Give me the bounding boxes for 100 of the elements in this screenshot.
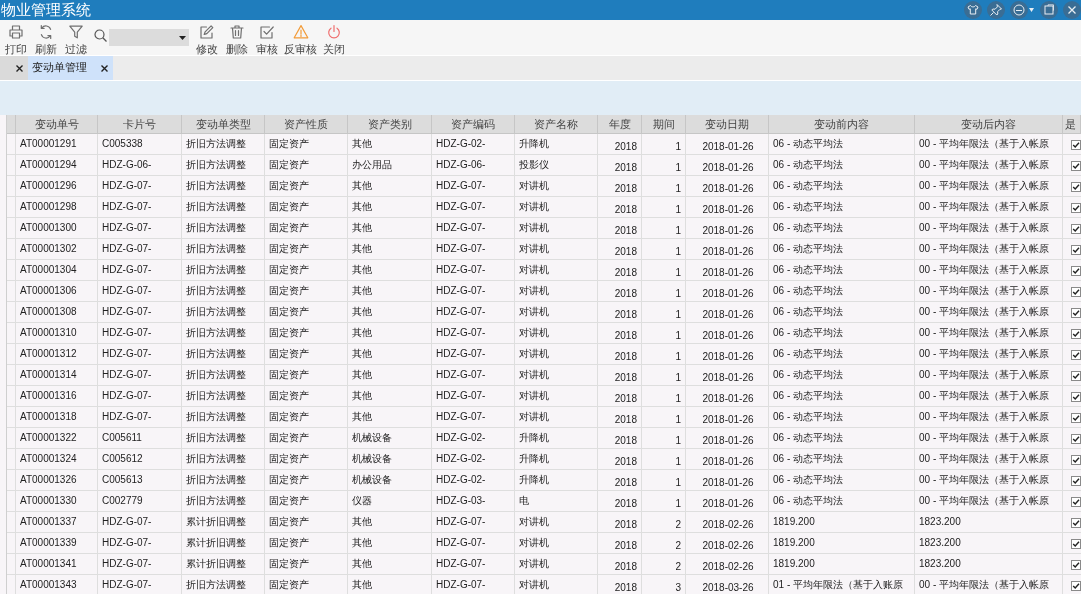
column-header: 资产类别 bbox=[348, 115, 432, 134]
checkbox[interactable] bbox=[1071, 350, 1081, 360]
table-cell: 1819.200 bbox=[769, 554, 915, 575]
table-cell: 2018-01-26 bbox=[686, 449, 769, 470]
window-title: 物业管理系统 bbox=[0, 0, 91, 20]
delete-button[interactable]: 删除 bbox=[222, 20, 252, 55]
table-cell: 00 - 平均年限法（基于入帐原 bbox=[915, 491, 1063, 512]
table-cell: 00 - 平均年限法（基于入帐原 bbox=[915, 386, 1063, 407]
table-cell: 对讲机 bbox=[515, 197, 598, 218]
table-cell: 机械设备 bbox=[348, 449, 432, 470]
checkbox[interactable] bbox=[1071, 266, 1081, 276]
table-cell: 其他 bbox=[348, 575, 432, 594]
table-cell: 固定资产 bbox=[265, 428, 348, 449]
table-cell: 折旧方法调整 bbox=[182, 197, 265, 218]
caret-icon[interactable] bbox=[179, 35, 186, 40]
table-cell: HDZ-G-07- bbox=[432, 218, 515, 239]
table-cell: 2018 bbox=[598, 197, 642, 218]
funnel-icon bbox=[68, 24, 84, 40]
table-cell: 其他 bbox=[348, 554, 432, 575]
checkbox[interactable] bbox=[1071, 434, 1081, 444]
close-icon[interactable] bbox=[101, 64, 108, 72]
table-cell: 00 - 平均年限法（基于入帐原 bbox=[915, 575, 1063, 594]
table-cell: 折旧方法调整 bbox=[182, 302, 265, 323]
checkbox[interactable] bbox=[1071, 161, 1081, 171]
table-cell: 1 bbox=[642, 134, 686, 155]
table-cell: HDZ-G-07- bbox=[432, 512, 515, 533]
table-cell: 2018-01-26 bbox=[686, 365, 769, 386]
close-icon[interactable] bbox=[16, 64, 23, 72]
checkbox[interactable] bbox=[1071, 518, 1081, 528]
table-cell: 2018 bbox=[598, 260, 642, 281]
checkbox[interactable] bbox=[1071, 329, 1081, 339]
table-cell: HDZ-G-07- bbox=[432, 197, 515, 218]
minimize-icon[interactable] bbox=[1010, 1, 1028, 19]
table-cell: 00 - 平均年限法（基于入帐原 bbox=[915, 302, 1063, 323]
pin-icon[interactable] bbox=[987, 1, 1005, 19]
table-cell: 折旧方法调整 bbox=[182, 134, 265, 155]
checkbox[interactable] bbox=[1071, 455, 1081, 465]
table-cell: AT00001339 bbox=[16, 533, 98, 554]
table-cell: 2018 bbox=[598, 470, 642, 491]
table-cell: 1 bbox=[642, 344, 686, 365]
table-cell: HDZ-G-07- bbox=[432, 365, 515, 386]
table-cell: HDZ-G-02- bbox=[432, 428, 515, 449]
checkbox[interactable] bbox=[1071, 308, 1081, 318]
maximize-icon[interactable] bbox=[1040, 1, 1058, 19]
shirt-icon[interactable] bbox=[964, 1, 982, 19]
tab[interactable]: 变动单管理 bbox=[28, 56, 113, 80]
table-cell: 00 - 平均年限法（基于入帐原 bbox=[915, 134, 1063, 155]
table-cell: HDZ-G-07- bbox=[432, 344, 515, 365]
table-cell: 06 - 动态平均法 bbox=[769, 218, 915, 239]
table-cell: 2018-01-26 bbox=[686, 407, 769, 428]
table-cell: 固定资产 bbox=[265, 239, 348, 260]
table-cell: 2018-01-26 bbox=[686, 491, 769, 512]
table-cell: 06 - 动态平均法 bbox=[769, 176, 915, 197]
checkbox[interactable] bbox=[1071, 287, 1081, 297]
table-cell: HDZ-G-07- bbox=[432, 260, 515, 281]
search-icon[interactable] bbox=[94, 29, 107, 42]
table-cell: 对讲机 bbox=[515, 239, 598, 260]
table-cell: 00 - 平均年限法（基于入帐原 bbox=[915, 344, 1063, 365]
table-cell: 1823.200 bbox=[915, 533, 1063, 554]
table-cell: 2018-01-26 bbox=[686, 470, 769, 491]
table-cell: 2018 bbox=[598, 344, 642, 365]
table-cell: 06 - 动态平均法 bbox=[769, 428, 915, 449]
table-cell: 00 - 平均年限法（基于入帐原 bbox=[915, 365, 1063, 386]
table-cell: AT00001302 bbox=[16, 239, 98, 260]
checkbox[interactable] bbox=[1071, 539, 1081, 549]
table-cell: HDZ-G-07- bbox=[98, 575, 182, 594]
checkbox[interactable] bbox=[1071, 392, 1081, 402]
checkbox[interactable] bbox=[1071, 182, 1081, 192]
close-button[interactable]: 关闭 bbox=[319, 20, 349, 55]
table-cell: AT00001314 bbox=[16, 365, 98, 386]
checkbox[interactable] bbox=[1071, 203, 1081, 213]
table-cell: 累计折旧调整 bbox=[182, 533, 265, 554]
checkbox[interactable] bbox=[1071, 497, 1081, 507]
table-cell: 折旧方法调整 bbox=[182, 155, 265, 176]
table-cell: 对讲机 bbox=[515, 218, 598, 239]
table-cell: 对讲机 bbox=[515, 533, 598, 554]
checkbox[interactable] bbox=[1071, 371, 1081, 381]
checkbox[interactable] bbox=[1071, 140, 1081, 150]
table-cell: AT00001337 bbox=[16, 512, 98, 533]
table-cell: 06 - 动态平均法 bbox=[769, 239, 915, 260]
approve-button[interactable]: 审核 bbox=[252, 20, 282, 55]
checkbox[interactable] bbox=[1071, 560, 1081, 570]
table-cell: HDZ-G-07- bbox=[98, 533, 182, 554]
table-cell: 折旧方法调整 bbox=[182, 176, 265, 197]
checkbox[interactable] bbox=[1071, 581, 1081, 591]
table-cell: 1 bbox=[642, 386, 686, 407]
print-button[interactable]: 打印 bbox=[1, 20, 31, 55]
table-cell: 2018 bbox=[598, 512, 642, 533]
table-cell: 电 bbox=[515, 491, 598, 512]
checkbox[interactable] bbox=[1071, 476, 1081, 486]
checkbox[interactable] bbox=[1071, 224, 1081, 234]
unapprove-button[interactable]: 反审核 bbox=[282, 20, 319, 55]
refresh-button[interactable]: 刷新 bbox=[31, 20, 61, 55]
table-cell: C005611 bbox=[98, 428, 182, 449]
checkbox[interactable] bbox=[1071, 245, 1081, 255]
table-cell: 固定资产 bbox=[265, 134, 348, 155]
checkbox[interactable] bbox=[1071, 413, 1081, 423]
table-cell: 00 - 平均年限法（基于入帐原 bbox=[915, 449, 1063, 470]
filter-button[interactable]: 过滤 bbox=[61, 20, 91, 55]
edit-button[interactable]: 修改 bbox=[192, 20, 222, 55]
